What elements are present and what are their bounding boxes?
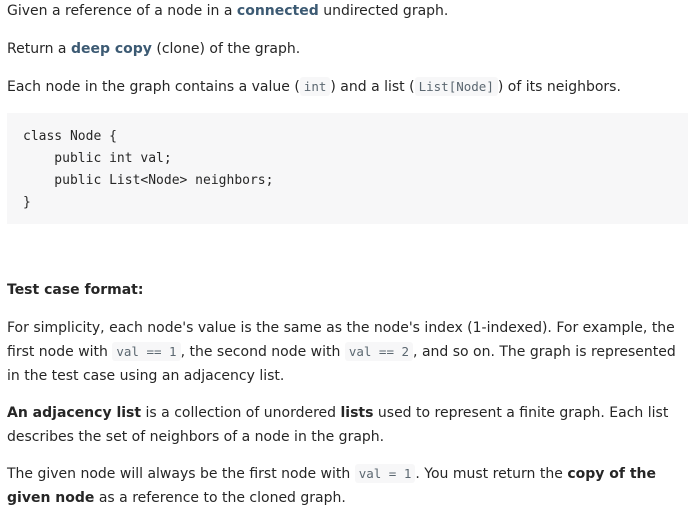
val-assign-1-inline-code: val = 1 xyxy=(354,464,416,483)
val-eq-1-inline-code: val == 1 xyxy=(112,342,181,361)
list-node-inline-code: List[Node] xyxy=(414,77,498,96)
adjacency-text-a: is a collection of unordered xyxy=(141,405,341,421)
code-line: public int val; xyxy=(23,151,172,166)
intro-text-b: undirected graph. xyxy=(318,3,449,19)
given-node-text-b: . You must return the xyxy=(415,466,568,482)
simplicity-text-b: , the second node with xyxy=(180,344,345,360)
node-class-code-block: class Node { public int val; public List… xyxy=(7,113,688,224)
node-desc-text-b: ) and a list ( xyxy=(330,79,415,95)
val-eq-2-inline-code: val == 2 xyxy=(344,342,414,361)
node-desc-text-c: ) of its neighbors. xyxy=(497,79,621,95)
test-case-heading: Test case format: xyxy=(7,278,687,302)
deep-copy-bold: deep copy xyxy=(70,41,152,57)
given-node-text-c: as a reference to the cloned graph. xyxy=(94,490,346,506)
code-line: public List<Node> neighbors; xyxy=(23,173,274,188)
simplicity-paragraph: For simplicity, each node's value is the… xyxy=(7,316,683,388)
intro-paragraph: Given a reference of a node in a connect… xyxy=(7,0,687,23)
lists-bold: lists xyxy=(340,405,374,421)
return-text-b: (clone) of the graph. xyxy=(151,41,301,57)
return-text-a: Return a xyxy=(7,41,71,57)
problem-description: Given a reference of a node in a connect… xyxy=(0,0,692,518)
connected-bold: connected xyxy=(236,3,319,19)
code-line: class Node { xyxy=(23,129,117,144)
node-desc-text-a: Each node in the graph contains a value … xyxy=(7,79,300,95)
int-inline-code: int xyxy=(299,77,331,96)
test-case-heading-text: Test case format: xyxy=(7,282,144,298)
given-node-paragraph: The given node will always be the first … xyxy=(7,462,687,510)
intro-text-a: Given a reference of a node in a xyxy=(7,3,237,19)
adjacency-list-bold: An adjacency list xyxy=(7,405,142,421)
given-node-text-a: The given node will always be the first … xyxy=(7,466,355,482)
return-paragraph: Return a deep copy (clone) of the graph. xyxy=(7,37,687,61)
code-line: } xyxy=(23,195,31,210)
node-description-paragraph: Each node in the graph contains a value … xyxy=(7,75,687,99)
adjacency-list-paragraph: An adjacency list is a collection of uno… xyxy=(7,401,683,449)
